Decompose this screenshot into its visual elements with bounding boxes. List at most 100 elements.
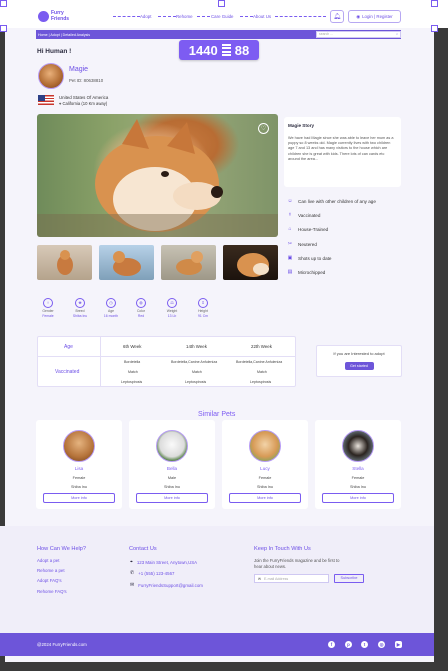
similar-pet-gender: Female [72,476,86,480]
selection-handle[interactable] [431,25,438,32]
pet-story-card: Magie Story We have had Magie since she … [284,117,401,187]
selection-handle[interactable] [431,0,438,7]
pet-id: Pet ID: 80638810 [69,78,104,83]
contact-heading: Contact Us [129,546,157,552]
nav-about-us[interactable]: About Us [253,14,271,19]
feature-label: Microchipped [298,269,326,275]
footer-link[interactable]: Rehome FAQ's [37,589,67,594]
phone-icon: ✆ [130,570,135,576]
stat-breed: ❀ Breed Shiba Inu [70,298,90,324]
notifications-button[interactable]: 🔔︎ [330,10,344,23]
stat-value: 13 Lb [167,314,177,318]
get-started-button[interactable]: Get started [344,362,374,370]
nav-rehome[interactable]: Rehome [176,14,193,19]
gallery-thumbnail[interactable] [161,245,216,280]
selection-handle[interactable] [218,0,225,7]
contact-email[interactable]: ✉ FurryFriendsSupport@gmail.com [130,582,203,588]
pet-photo [249,430,281,462]
feature-label: Vaccinated [298,212,321,218]
login-label: Login | Register [362,14,393,19]
timer-right-value: 88 [234,42,250,58]
feature-item: ▣ Shots up to date [287,255,332,261]
syringe-icon: ⚕ [288,212,292,218]
favorite-heart-button[interactable]: ♡ [258,123,269,134]
stat-gender: ♀ Gender Female [38,298,58,324]
footer-link[interactable]: Adopt a pet [37,558,59,563]
pet-name: Magie [69,66,89,73]
nav-care-guide[interactable]: Care Guide [211,14,233,19]
stat-value: 91 Cm [198,314,208,318]
subscribe-button[interactable]: Subscribe [334,574,364,583]
contact-address[interactable]: ⌖ 123 Main Street, Anytown,USA [130,559,197,565]
tumblr-icon[interactable]: t [361,641,368,648]
thumb-dog-illustration [237,253,269,277]
nav-divider [240,16,253,17]
help-heading: How Can We Help? [37,546,87,552]
selection-handle[interactable] [0,25,7,32]
similar-pet-card: Bella Male Shiba Inu More info [129,420,215,509]
gallery-thumbnail[interactable] [99,245,154,280]
nav-divider [275,16,326,17]
pet-country: United States Of America [59,95,109,100]
pet-avatar [38,63,64,89]
newsletter-email-input[interactable]: ✉ E-mail Address [254,574,329,583]
pet-photo [342,430,374,462]
timer-bars-icon [221,43,231,57]
youtube-icon[interactable]: ▶ [395,641,402,648]
logo-icon [38,11,49,22]
similar-pets-title: Similar Pets [198,411,236,418]
stat-label: Age [107,309,115,313]
more-info-button[interactable]: More info [322,493,394,503]
stat-label: Weight [166,309,178,313]
table-divider [37,356,296,357]
pinterest-icon[interactable]: p [345,641,352,648]
similar-pet-breed: Shiba Inu [349,485,367,489]
week-header: 6th Week [123,344,142,349]
similar-pet-gender: Female [351,476,365,480]
nav-divider [158,16,176,17]
brand-name-line2: Friends [51,16,70,22]
login-register-button[interactable]: ◉ Login | Register [348,10,401,23]
footer [0,526,434,633]
gallery-thumbnail[interactable] [37,245,92,280]
pet-photo [156,430,188,462]
brand-logo[interactable]: Furry Friends [51,10,69,22]
footer-link[interactable]: Rehome a pet [37,568,65,573]
story-text: We have had Magie since she was able to … [288,136,394,161]
similar-pet-card: Lisa Female Shiba Inu More info [36,420,122,509]
paw-icon: ❀ [75,298,85,308]
selection-handle[interactable] [0,0,7,7]
nav-adopt[interactable]: Adopt [140,14,151,19]
timer-overlay: 1440 88 [179,40,259,60]
vaccine-cell: Match [192,370,202,374]
contact-phone[interactable]: ✆ +1 (555) 123-4567 [130,570,174,576]
vaccine-cell: Match [128,370,138,374]
table-divider [100,336,101,387]
search-input[interactable]: search ... ⌕ [316,31,401,38]
vaccine-cell: Bordetella,Canine Anfuleniza [171,360,218,364]
stat-label: Color [136,309,146,313]
similar-pet-gender: Male [167,476,177,480]
scissors-icon: ✂ [287,241,293,247]
people-icon: ☺ [287,198,293,204]
vaccine-cell: Leptospirosis [121,380,143,384]
footer-link[interactable]: Adopt FAQ's [37,578,62,583]
instagram-icon[interactable]: ◎ [378,641,385,648]
vaccine-cell: Leptospirosis [185,380,207,384]
email-text: FurryFriendsSupport@gmail.com [138,582,203,588]
more-info-button[interactable]: More info [136,493,208,503]
more-info-button[interactable]: More info [43,493,115,503]
bell-icon: 🔔︎ [333,14,341,20]
week-header: 14th Week [186,344,207,349]
more-info-button[interactable]: More info [229,493,301,503]
gallery-thumbnail[interactable] [223,245,278,280]
thumb-dog-illustration [57,250,73,275]
location-pin-icon: ⌖ [59,101,62,106]
facebook-icon[interactable]: f [328,641,335,648]
feature-item: ✂ Neutered [287,241,317,247]
breadcrumb-text[interactable]: Home | Adopt | Detailed Analysis [38,33,90,37]
stat-value: 16 month [103,314,119,318]
pet-location-text: California (10 Km away) [62,101,108,106]
palette-icon: ◍ [136,298,146,308]
mail-icon: ✉ [258,576,262,581]
